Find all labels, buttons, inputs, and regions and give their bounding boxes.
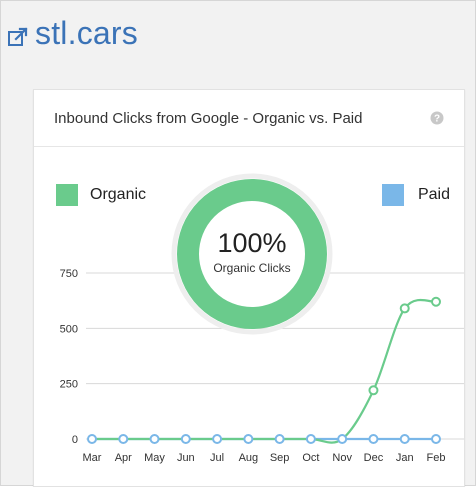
x-tick-label: Nov	[332, 452, 352, 464]
paid-point	[274, 434, 285, 444]
paid-point	[337, 434, 348, 444]
chart-card: Inbound Clicks from Google - Organic vs.…	[33, 89, 465, 487]
legend-organic-swatch	[56, 184, 78, 206]
legend-organic[interactable]: Organic	[56, 184, 146, 206]
paid-point	[305, 434, 316, 444]
organic-point	[368, 385, 379, 396]
paid-point	[368, 434, 379, 444]
legend-paid-label: Paid	[417, 186, 450, 203]
paid-point	[118, 434, 129, 444]
x-tick-label: Aug	[239, 452, 259, 464]
y-tick-label: 750	[60, 268, 78, 280]
x-tick-label: Feb	[427, 452, 446, 464]
paid-point	[399, 434, 410, 444]
organic-point	[431, 296, 441, 307]
page-frame: stl.cars Inbound Clicks from Google - Or…	[0, 0, 476, 487]
x-tick-label: Jan	[396, 452, 414, 464]
legend-organic-label: Organic	[90, 186, 147, 203]
site-title[interactable]: stl.cars	[35, 15, 138, 52]
paid-point	[243, 434, 254, 444]
paid-point	[87, 434, 97, 444]
paid-point	[149, 434, 160, 444]
legend-paid-swatch	[381, 184, 404, 206]
y-tick-label: 0	[72, 434, 78, 446]
x-tick-label: Mar	[83, 452, 102, 464]
x-tick-label: Jun	[177, 452, 195, 464]
x-tick-label: May	[144, 452, 165, 464]
paid-point	[212, 434, 223, 444]
organic-point	[399, 303, 410, 314]
paid-point	[431, 434, 441, 444]
donut-percent: 100%	[217, 228, 286, 258]
site-header: stl.cars	[7, 15, 138, 52]
line-chart: 0 250 500 750 Mar Apr May Jun Jul Aug Sep Oct Nov Dec…	[60, 173, 464, 464]
x-tick-label: Jul	[210, 452, 224, 464]
external-link-icon[interactable]	[7, 26, 29, 48]
x-tick-label: Sep	[270, 452, 290, 464]
x-tick-label: Oct	[302, 452, 319, 464]
donut-caption: Organic Clicks	[213, 261, 290, 275]
x-tick-label: Apr	[115, 452, 132, 464]
x-tick-label: Dec	[364, 452, 384, 464]
paid-point	[180, 434, 191, 444]
y-tick-label: 250	[60, 379, 78, 391]
y-tick-label: 500	[60, 323, 78, 335]
legend-paid[interactable]: Paid	[381, 184, 450, 206]
